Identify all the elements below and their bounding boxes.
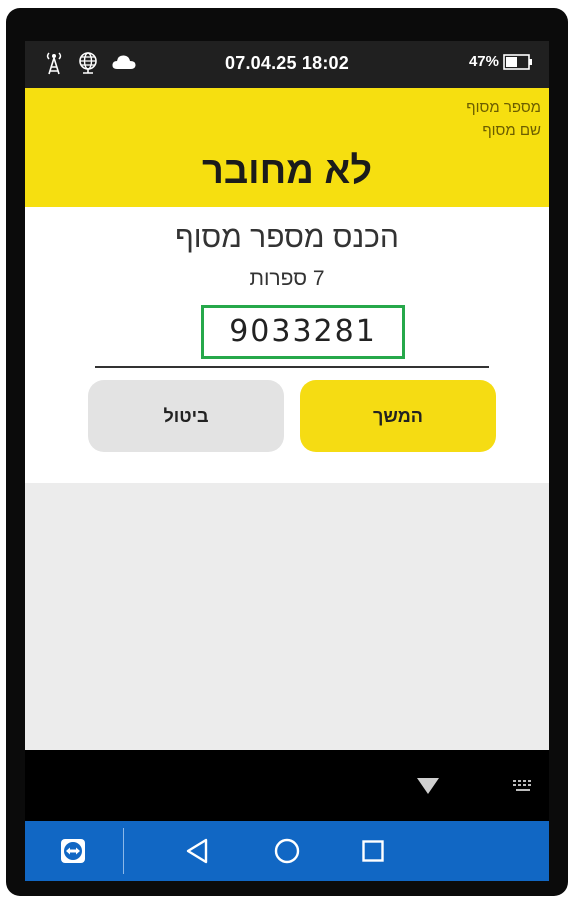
navigation-bar xyxy=(25,821,549,881)
back-icon[interactable] xyxy=(185,838,209,864)
cancel-button[interactable]: ביטול xyxy=(88,380,284,452)
terminal-number-label: מספר מסוף xyxy=(466,99,541,116)
status-bar: 07.04.25 18:02 47% xyxy=(25,41,549,88)
keyboard-bar xyxy=(25,750,549,821)
battery-indicator: 47% xyxy=(469,53,533,70)
form-hint: 7 ספרות xyxy=(249,267,325,290)
terminal-number-form: הכנס מספר מסוף 7 ספרות 9033281 ביטול המש… xyxy=(25,207,549,483)
terminal-name-label: שם מסוף xyxy=(482,122,541,139)
hide-keyboard-icon[interactable] xyxy=(416,777,440,795)
device-frame: 07.04.25 18:02 47% מספר מסוף שם מסוף לא … xyxy=(6,8,568,896)
keyboard-icon[interactable] xyxy=(513,780,535,792)
connection-status-title: לא מחובר xyxy=(201,150,373,192)
connection-header: מספר מסוף שם מסוף לא מחובר xyxy=(25,88,549,207)
recent-apps-icon[interactable] xyxy=(362,840,384,862)
nav-divider xyxy=(123,828,124,874)
home-icon[interactable] xyxy=(274,838,300,864)
battery-percent: 47% xyxy=(468,53,499,70)
form-prompt: הכנס מספר מסוף xyxy=(175,221,399,254)
battery-icon xyxy=(503,53,532,70)
screen: 07.04.25 18:02 47% מספר מסוף שם מסוף לא … xyxy=(25,41,549,881)
input-underline xyxy=(95,366,489,368)
teamviewer-icon[interactable] xyxy=(60,838,86,864)
terminal-number-input[interactable]: 9033281 xyxy=(201,305,405,359)
continue-button[interactable]: המשך xyxy=(300,380,496,452)
